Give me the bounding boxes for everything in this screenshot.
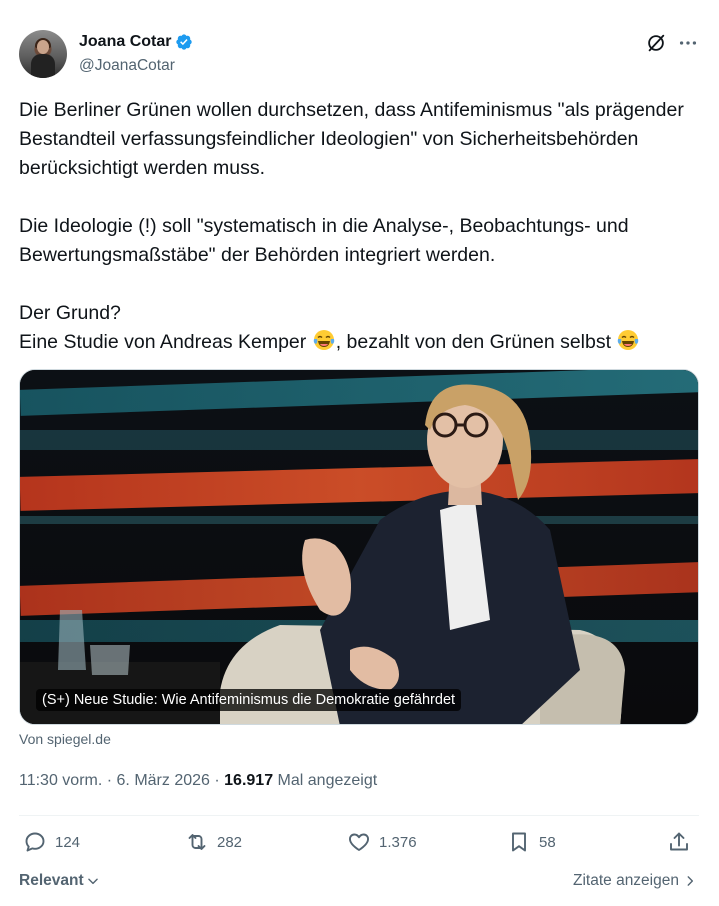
verified-badge-icon [176,34,193,50]
view-label: Mal angezeigt [277,772,378,789]
reply-count: 124 [55,833,81,851]
meta-separator: · [106,772,113,789]
tweet-paragraph-2: Die Ideologie (!) soll "systematisch in … [19,215,634,266]
tweet-date[interactable]: 6. März 2026 [117,772,210,789]
heart-icon [349,833,369,851]
author-name-row[interactable]: Joana Cotar [79,33,193,51]
grok-icon[interactable] [645,32,667,54]
reply-icon [25,832,45,852]
more-options-icon[interactable] [677,32,699,54]
tweet-line-study-b: , bezahlt von den Grünen selbst [335,331,617,353]
card-photo [20,370,698,724]
chevron-down-icon [87,878,98,885]
meta-separator: · [214,772,220,789]
laughing-tears-emoji-icon [313,330,334,350]
tweet-meta: 11:30 vorm. · 6. März 2026 · 16.917 Mal … [19,772,377,790]
card-caption: (S+) Neue Studie: Wie Antifeminismus die… [36,689,462,711]
share-icon [670,832,688,851]
reply-button[interactable]: 124 [23,830,80,854]
action-bar: 124 282 1.376 58 [19,830,699,860]
repost-icon [188,834,206,850]
tweet-paragraph-1: Die Berliner Grünen wollen durchsetzen, … [19,99,690,179]
chevron-right-icon [687,876,694,886]
bookmark-count: 58 [539,833,556,851]
share-button[interactable] [667,830,691,854]
view-quotes-link[interactable]: Zitate anzeigen [573,872,697,890]
laughing-tears-emoji-icon [618,330,639,350]
tweet-line-study-a: Eine Studie von Andreas Kemper [19,331,312,353]
author-name[interactable]: Joana Cotar [79,33,171,51]
repost-button[interactable]: 282 [185,830,242,854]
divider [19,815,699,816]
like-button[interactable]: 1.376 [347,830,417,854]
bookmark-button[interactable]: 58 [507,830,556,854]
repost-count: 282 [217,833,243,851]
like-count: 1.376 [379,833,417,851]
link-card-image[interactable]: (S+) Neue Studie: Wie Antifeminismus die… [19,369,699,725]
author-handle[interactable]: @JoanaCotar [79,57,175,75]
avatar[interactable] [19,30,67,78]
card-source[interactable]: Von spiegel.de [19,731,111,747]
tweet-header: Joana Cotar @JoanaCotar [19,29,699,79]
sort-dropdown[interactable]: Relevant [19,872,100,890]
view-count: 16.917 [224,772,274,789]
tweet-text: Die Berliner Grünen wollen durchsetzen, … [19,96,699,357]
bookmark-icon [512,832,526,852]
sort-label: Relevant [19,872,84,889]
tweet-line-question: Der Grund? [19,302,121,324]
quotes-label: Zitate anzeigen [573,872,679,889]
tweet-time[interactable]: 11:30 vorm. [19,772,102,789]
